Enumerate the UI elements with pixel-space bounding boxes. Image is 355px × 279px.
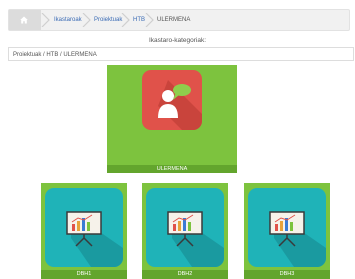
breadcrumb: Ikastaroak Proiektuak HTB ULERMENA (8, 9, 350, 31)
category-tile (142, 70, 202, 130)
category-card-dbh1[interactable]: DBH1 (41, 183, 127, 279)
chevron-right-icon (145, 13, 154, 27)
speech-person-icon (158, 80, 202, 130)
category-tile (45, 188, 123, 267)
breadcrumb-home[interactable] (9, 10, 41, 30)
category-label: DBH2 (142, 270, 228, 279)
category-card-ulermena[interactable]: ULERMENA (107, 65, 237, 173)
category-label: DBH3 (244, 270, 330, 279)
presentation-chart-icon (66, 211, 123, 267)
category-card-dbh2[interactable]: DBH2 (142, 183, 228, 279)
home-icon (20, 16, 28, 24)
page-title: Ikastaro-kategoriak: (148, 37, 207, 44)
chevron-right-icon (82, 13, 91, 27)
breadcrumb-item-ikastaroak[interactable]: Ikastaroak (54, 10, 82, 30)
category-card-dbh3[interactable]: DBH3 (244, 183, 330, 279)
presentation-chart-icon (167, 211, 224, 267)
category-tile (248, 188, 326, 267)
category-label: DBH1 (41, 270, 127, 279)
category-tile (146, 188, 224, 267)
presentation-chart-icon (269, 211, 326, 267)
chevron-right-icon (41, 13, 50, 27)
category-path: Proiektuak / HTB / ULERMENA (8, 47, 354, 61)
category-label: ULERMENA (107, 165, 237, 173)
chevron-right-icon (121, 13, 130, 27)
breadcrumb-item-current: ULERMENA (157, 17, 191, 23)
